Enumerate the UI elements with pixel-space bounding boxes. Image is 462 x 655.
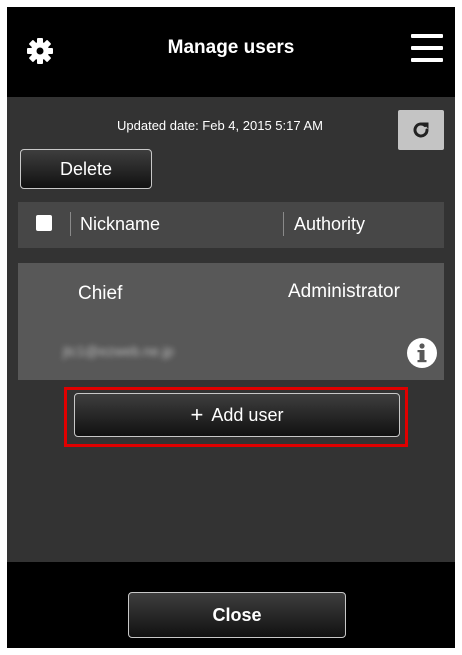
footer-bar: Close: [7, 562, 455, 648]
table-header: Nickname Authority: [18, 202, 444, 248]
refresh-button[interactable]: [398, 110, 444, 150]
user-nickname: Chief: [78, 283, 123, 304]
add-user-label: Add user: [211, 404, 284, 425]
refresh-icon: [413, 122, 429, 138]
page-title: Manage users: [167, 37, 295, 58]
updated-date-text: Updated date: Feb 4, 2015 5:17 AM: [117, 118, 323, 133]
info-icon[interactable]: [406, 337, 438, 369]
hamburger-menu-icon[interactable]: [411, 34, 443, 64]
column-header-authority[interactable]: Authority: [294, 214, 365, 235]
plus-icon: +: [190, 402, 204, 427]
phone-screen: Manage users Updated date: Feb 4, 2015 5…: [7, 7, 455, 648]
select-all-checkbox[interactable]: [36, 215, 52, 231]
app-header: Manage users: [7, 7, 455, 97]
table-row[interactable]: Chief Administrator jtc1@ezweb.ne.jp: [18, 263, 444, 380]
user-email: jtc1@ezweb.ne.jp: [63, 343, 174, 359]
delete-button[interactable]: Delete: [20, 149, 152, 189]
user-authority: Administrator: [288, 281, 400, 302]
column-header-nickname[interactable]: Nickname: [80, 214, 160, 235]
close-button[interactable]: Close: [128, 592, 346, 638]
add-user-button[interactable]: + Add user: [74, 393, 400, 437]
column-divider: [70, 212, 71, 236]
column-divider: [283, 212, 284, 236]
